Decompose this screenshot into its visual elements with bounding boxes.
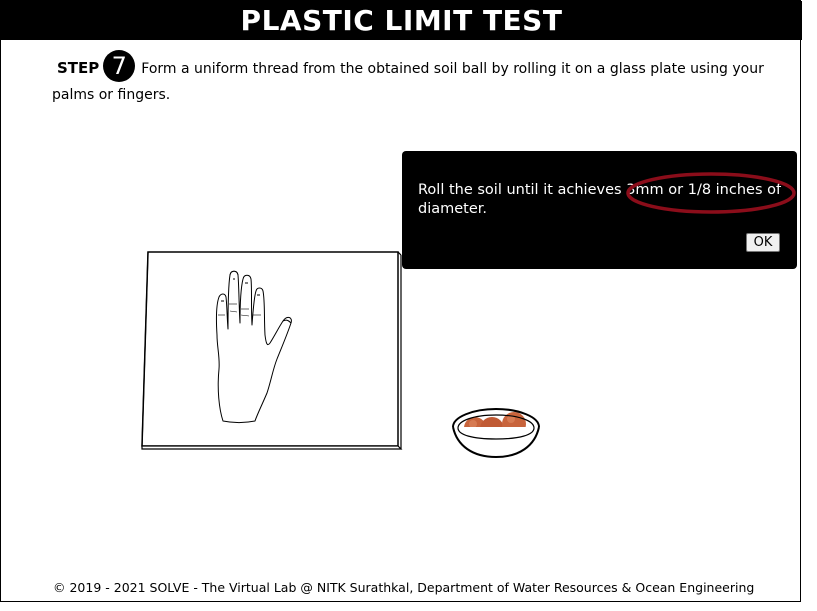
step-number-badge: 7 xyxy=(103,50,136,82)
bowl-icon xyxy=(452,407,540,459)
page-title: PLASTIC LIMIT TEST xyxy=(1,1,802,40)
footer-copyright: © 2019 - 2021 SOLVE - The Virtual Lab @ … xyxy=(53,580,755,595)
step-label: STEP xyxy=(57,59,100,77)
glass-plate-with-hand[interactable] xyxy=(141,249,403,451)
highlight-ring xyxy=(626,172,796,214)
lab-frame: PLASTIC LIMIT TEST STEP 7 Form a uniform t… xyxy=(0,0,802,602)
bowl-with-soil-balls[interactable] xyxy=(449,401,543,461)
dialog-text-before: Roll the soil until it achieves xyxy=(418,182,627,198)
step-instruction-row: STEP 7 Form a uniform thread from the obta… xyxy=(52,50,792,105)
ok-button[interactable]: OK xyxy=(746,233,780,252)
step-instruction-text: Form a uniform thread from the obtained … xyxy=(52,61,764,103)
